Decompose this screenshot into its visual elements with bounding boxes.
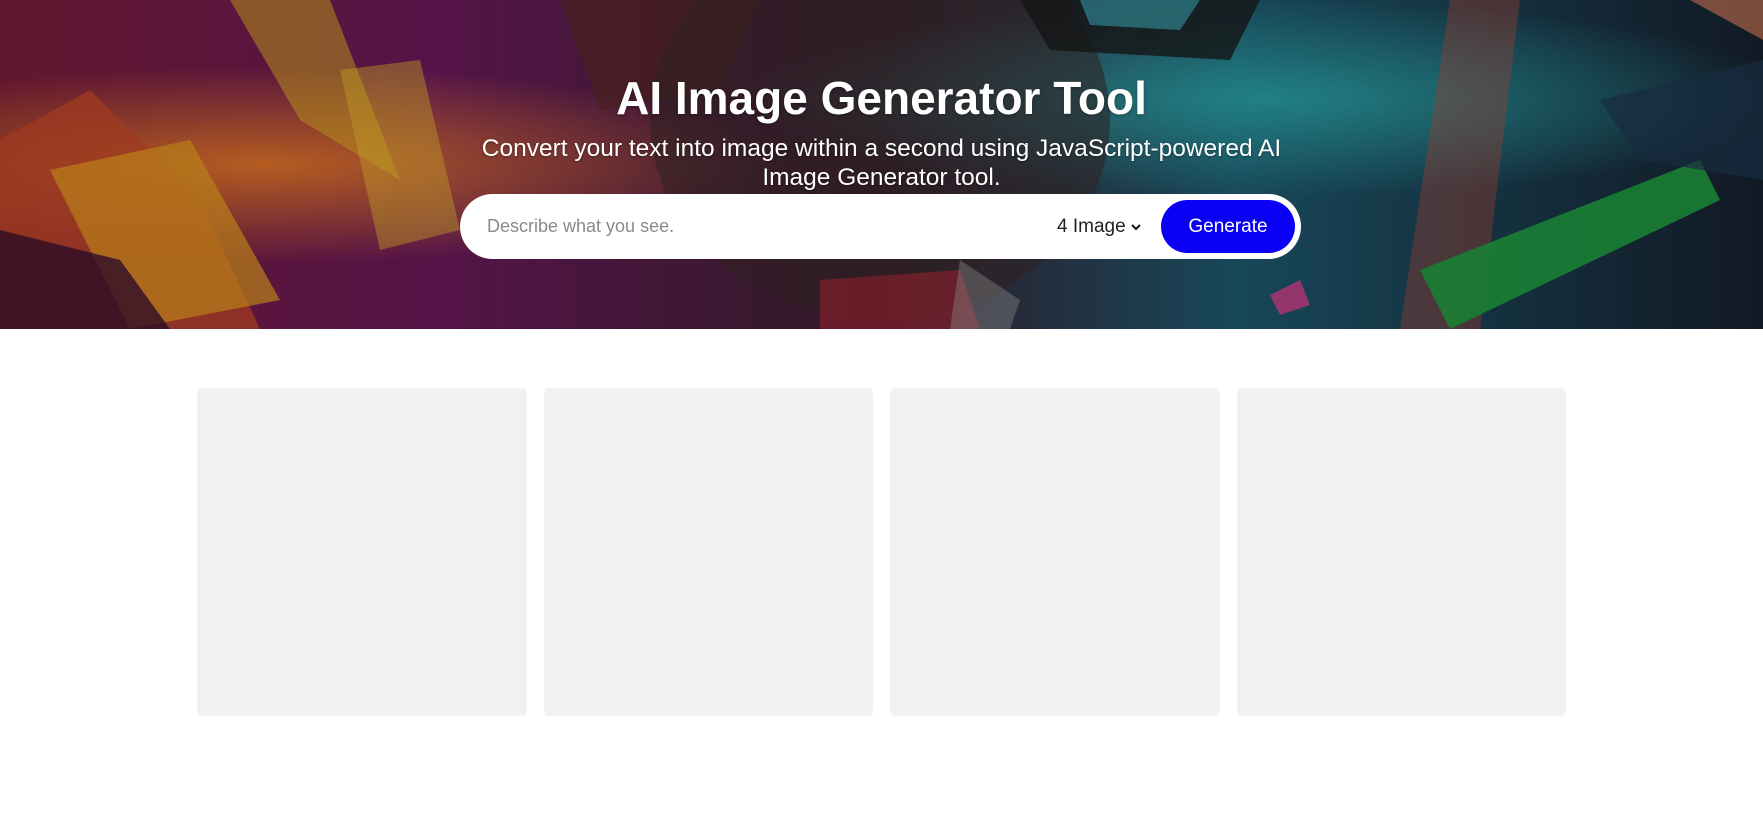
hero-content: AI Image Generator Tool Convert your tex… [0,0,1763,329]
hero-section: AI Image Generator Tool Convert your tex… [0,0,1763,329]
image-card-placeholder[interactable] [890,388,1220,716]
image-gallery [197,388,1566,716]
image-card-placeholder[interactable] [1236,388,1566,716]
chevron-down-icon [1130,224,1141,231]
generate-form: 4 Image Generate [460,194,1301,259]
image-card-placeholder[interactable] [543,388,873,716]
prompt-input[interactable] [487,194,1047,259]
image-quantity-select[interactable]: 4 Image [1057,215,1142,239]
page-subtitle: Convert your text into image within a se… [481,135,1282,191]
generate-button[interactable]: Generate [1161,200,1295,253]
image-quantity-value: 4 Image [1057,216,1126,237]
image-card-placeholder[interactable] [197,388,527,716]
page-title: AI Image Generator Tool [616,72,1147,124]
